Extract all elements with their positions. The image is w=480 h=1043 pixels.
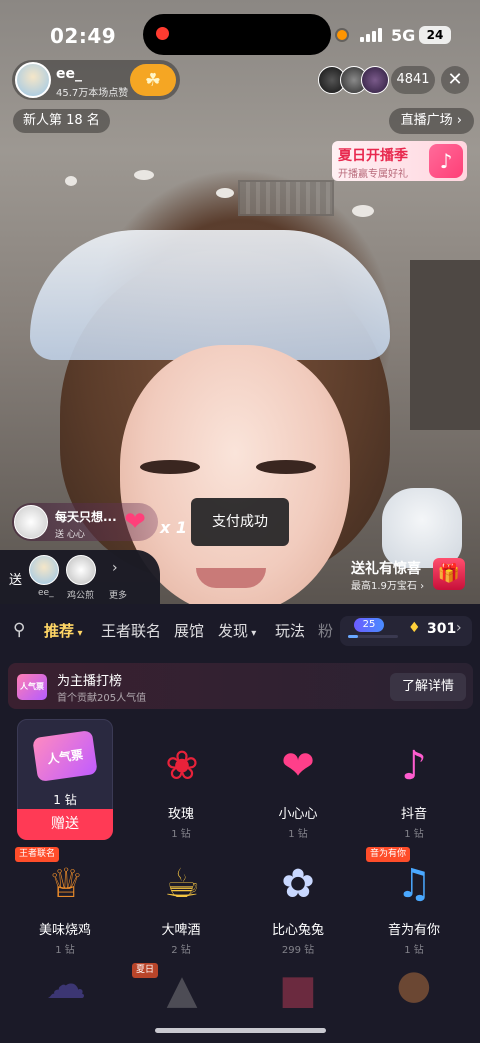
battery-indicator: 24 [419,26,451,44]
chevron-down-icon: ▾ [74,628,83,639]
top-viewer-avatar[interactable] [361,66,389,94]
follow-button[interactable]: ☘ [130,64,176,96]
gift-price: 1 钻 [55,945,75,956]
toast-sender-text: 每天只想... [55,510,117,524]
wall-cabinet [410,260,480,430]
treasure-chest-icon: 🎁 [433,558,465,590]
gift-price: 1 钻 [288,829,308,840]
viewer-count[interactable]: 4841 [391,66,435,94]
popularity-ticket-icon: 人气票 [17,674,47,700]
home-indicator[interactable] [155,1028,326,1033]
diamond-icon: ♦ [408,620,421,636]
receiver-name: 鸡公煎 [67,591,95,601]
search-icon[interactable]: ⚲ [13,620,25,640]
gift-partial-icon[interactable]: ● [382,962,446,1008]
popularity-ticket-gift-icon: 人气票 [32,726,98,786]
tab-honor-of-kings[interactable]: 王者联名 [101,620,161,641]
gift-name: 大啤酒 [161,923,201,938]
mic-indicator-icon [337,30,347,40]
fan-level-progress [348,635,398,638]
learn-more-button[interactable]: 了解详情 [390,673,466,701]
more-receivers-label[interactable]: 更多 [109,588,127,601]
douyin-icon[interactable]: ♪ [382,736,446,796]
chevron-right-icon[interactable]: › [456,620,462,636]
chevron-down-icon: ▾ [248,628,257,639]
toast-gift-text: 送 心心 [55,530,85,540]
promo-subtitle: 开播赢专属好礼 [338,169,408,180]
rose-icon[interactable]: ❀ [150,736,214,796]
host-likes: 45.7万本场点赞 [56,88,129,99]
streamer-mouth [196,568,266,588]
rank-banner-title: 为主播打榜 [57,674,123,689]
rank-banner-subtitle: 首个贡献205人气值 [57,693,147,704]
fan-level-badge: 25 [354,618,384,632]
send-gift-subtitle: 最高1.9万宝石 › [351,581,425,592]
heart-icon[interactable]: ❤ [266,736,330,796]
receiver-name: ee_ [38,588,54,598]
streamer-eye [256,460,316,474]
heart-gift-icon: ❤ [124,507,146,537]
ceiling-light [216,188,234,198]
gift-price: 1 钻 [53,793,77,807]
gift-price: 1 钻 [404,945,424,956]
gift-name: 音为有你 [387,923,440,938]
send-gift-title: 送礼有惊喜 [351,561,421,577]
streamer-eye [140,460,200,474]
tab-fans[interactable]: 粉 [318,620,336,641]
ceiling-light [65,176,77,186]
host-name: ee_ [56,66,82,82]
payment-success-toast: 支付成功 [191,498,289,546]
roast-chicken-icon[interactable]: ♕ [34,854,98,914]
gift-partial-icon[interactable]: ■ [266,967,330,1013]
gift-name: 抖音 [400,807,427,822]
send-gift-button[interactable]: 赠送 [17,809,113,840]
popularity-ticket-graphic: 人气票 [32,730,98,782]
gift-name: 玫瑰 [167,807,194,822]
live-plaza-chip[interactable]: 直播广场 › [388,108,474,134]
fan-club-icon: ☘ [144,69,162,91]
gift-price: 1 钻 [404,829,424,840]
gift-price: 299 钻 [281,945,315,956]
live-plaza-label: 直播广场 [400,113,453,128]
gift-partial-icon[interactable]: ▲ [150,967,214,1013]
tab-exhibition[interactable]: 展馆 [174,620,204,641]
air-vent [238,180,334,216]
tab-discover[interactable]: 发现 ▾ [218,620,256,641]
close-icon[interactable]: ✕ [441,66,469,94]
network-label: 5G [391,26,416,45]
hourly-rank-chip[interactable]: 新人第 18 名 [13,109,110,133]
dynamic-island [143,14,331,55]
status-time: 02:49 [50,24,117,48]
signal-icon [360,28,382,42]
gift-partial-icon[interactable]: ☁ [34,962,98,1008]
streamer-headband [30,230,390,360]
gift-name: 小心心 [278,807,318,822]
promo-title: 夏日开播季 [338,148,408,164]
gift-price: 1 钻 [171,829,191,840]
ceiling-light [352,205,374,217]
rabbit-icon[interactable]: ✿ [266,854,330,914]
music-note-icon[interactable]: ♫ [382,854,446,914]
gift-price: 2 钻 [171,945,191,956]
recording-dot-icon [156,27,169,40]
receiver-avatar[interactable] [66,555,96,585]
tab-gameplay[interactable]: 玩法 [275,620,305,641]
send-to-label: 送 [9,573,23,588]
chevron-right-icon[interactable]: › [112,560,118,576]
host-avatar[interactable] [15,62,51,98]
toast-multiplier: x 1 [160,518,188,537]
gift-name: 比心兔兔 [271,923,324,938]
chevron-right-icon: › [456,113,462,128]
diamond-balance: 301 [427,621,457,637]
beer-icon[interactable]: ☕ [150,854,214,914]
gift-name: 美味烧鸡 [38,923,91,938]
douyin-logo-icon: ♪ [429,144,463,178]
tab-recommend[interactable]: 推荐 ▾ [44,620,83,641]
receiver-avatar[interactable] [29,555,59,585]
sender-avatar [14,505,48,539]
ceiling-light [134,170,154,180]
